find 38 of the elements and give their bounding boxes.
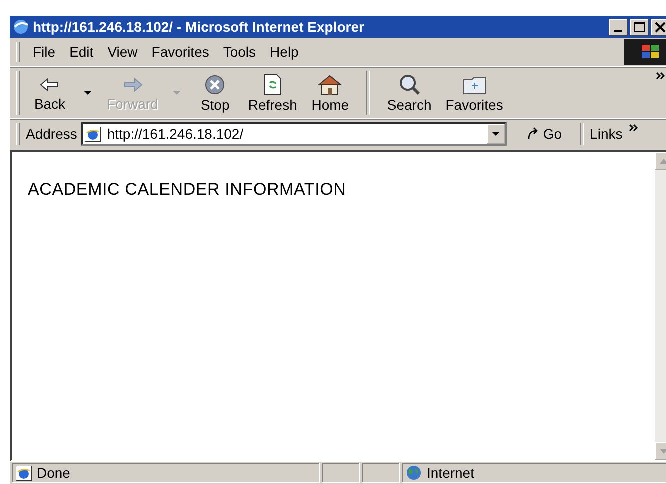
browser-icon — [85, 126, 102, 142]
page-heading: ACADEMIC CALENDER INFORMATION — [28, 180, 348, 200]
caret-icon[interactable] — [84, 90, 92, 96]
status-panel — [322, 463, 360, 483]
menu-item[interactable]: Favorites — [144, 42, 216, 62]
menu-item[interactable]: Tools — [216, 42, 264, 62]
browser-icon — [13, 19, 29, 35]
globe-icon — [406, 465, 422, 481]
stop-icon — [203, 74, 228, 96]
favorites-button[interactable]: Favorites — [438, 70, 510, 116]
chevron-icon[interactable] — [656, 72, 666, 80]
minimize-icon[interactable] — [609, 18, 628, 36]
security-zone: Internet — [427, 465, 474, 481]
chevron-icon[interactable] — [628, 124, 639, 132]
browser-icon — [16, 466, 32, 480]
status-text: Done — [37, 465, 70, 481]
window-title: http://161.246.18.102/ - Microsoft Internet Explorer — [33, 19, 366, 35]
refresh-button[interactable]: Refresh — [241, 70, 304, 116]
windows-logo-icon — [640, 43, 662, 61]
refresh-icon — [262, 74, 284, 96]
caret-icon[interactable] — [492, 132, 500, 136]
menu-item[interactable]: Help — [263, 42, 306, 62]
stop-button[interactable]: Stop — [189, 70, 242, 116]
menu-item[interactable]: File — [26, 42, 63, 62]
close-icon[interactable] — [651, 18, 666, 36]
go-button[interactable]: Go — [521, 126, 568, 142]
links-button[interactable]: Links — [588, 126, 625, 142]
back-button[interactable]: Back — [24, 72, 76, 114]
maximize-icon[interactable] — [630, 18, 649, 36]
status-panel — [362, 463, 400, 483]
home-button[interactable]: Home — [304, 70, 356, 116]
search-icon — [398, 74, 422, 96]
address-label: Address — [26, 126, 78, 142]
search-button[interactable]: Search — [380, 70, 439, 116]
address-field[interactable]: http://161.246.18.102/ — [81, 122, 508, 146]
menu-item[interactable]: Edit — [62, 42, 101, 62]
menu-item[interactable]: View — [100, 42, 145, 62]
house-icon — [317, 74, 344, 96]
